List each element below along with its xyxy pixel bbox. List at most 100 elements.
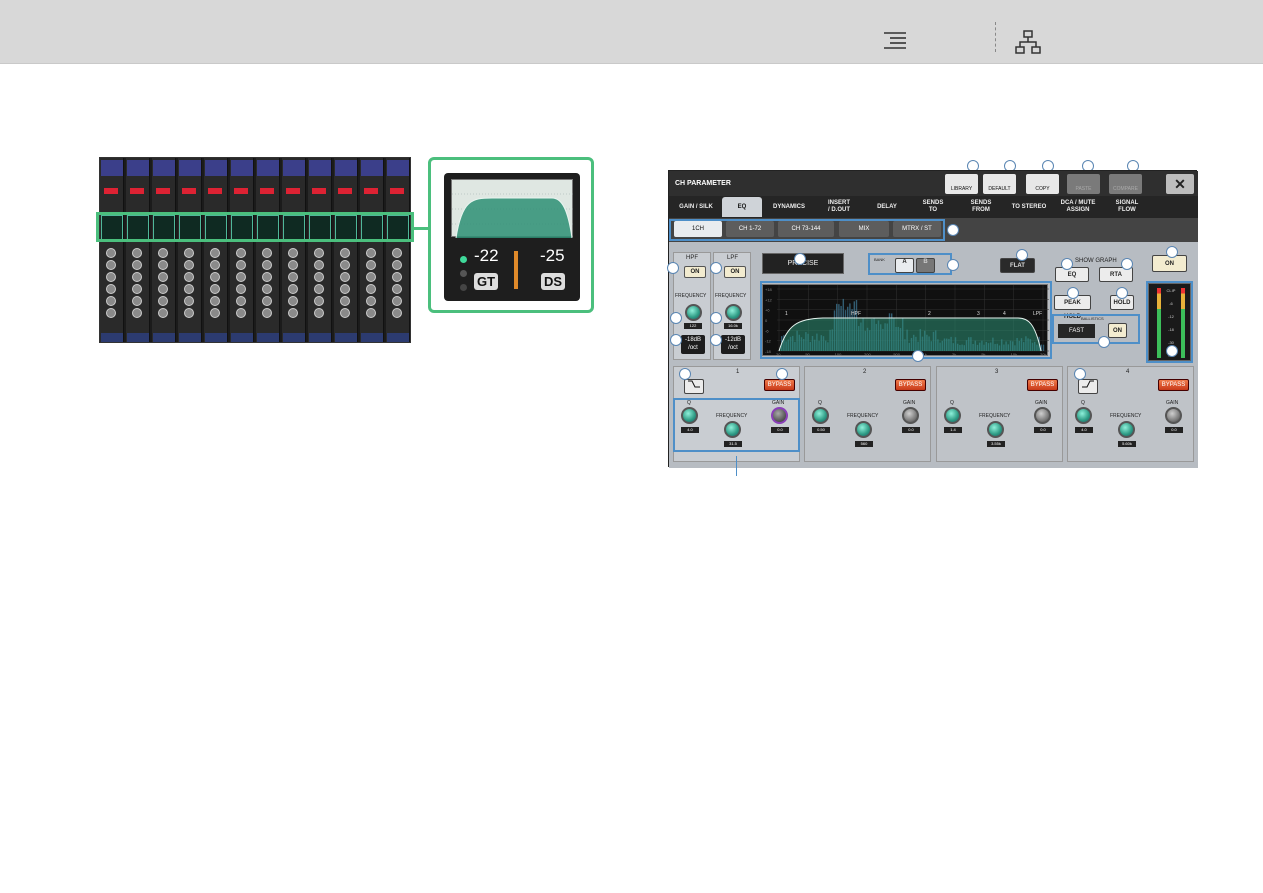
q-knob[interactable]	[1075, 407, 1092, 424]
channel-button-mix[interactable]: MIX	[839, 221, 889, 237]
lpf-on-button[interactable]: ON	[724, 266, 746, 278]
title-bar: CH PARAMETER LIBRARY DEFAULT COPY PASTE …	[669, 171, 1198, 196]
lpf-frequency-knob[interactable]	[725, 304, 742, 321]
channel-button-ch1-72[interactable]: CH 1-72	[726, 221, 774, 237]
hpf-frequency-knob[interactable]	[685, 304, 702, 321]
lpf-slope-select[interactable]: -12dB /oct	[721, 335, 745, 354]
callout-marker	[1074, 368, 1086, 380]
strip-indicator	[104, 188, 118, 194]
flat-button[interactable]: FLAT	[1000, 258, 1035, 273]
tab-to-stereo[interactable]: TO STEREO	[1007, 197, 1051, 217]
channel-button-ch73-144[interactable]: CH 73-144	[778, 221, 834, 237]
strip-header	[387, 160, 409, 176]
dynamics-button[interactable]: DS	[541, 273, 565, 290]
hpf-slope-select[interactable]: -18dB /oct	[681, 335, 705, 354]
strip-header	[179, 160, 201, 176]
gate-button[interactable]: GT	[474, 273, 498, 290]
copy-button[interactable]: COPY	[1026, 174, 1059, 194]
strip-knob	[106, 284, 116, 294]
band-1-controls-highlight	[673, 398, 800, 452]
strip-knob	[288, 308, 298, 318]
ballistics-on-button[interactable]: ON	[1108, 323, 1127, 338]
rta-bar	[1042, 344, 1045, 351]
dynamics-value: -25	[540, 246, 565, 265]
hpf-on-button[interactable]: ON	[684, 266, 706, 278]
compare-label: COMPARE	[1113, 186, 1138, 192]
callout-line	[736, 456, 737, 476]
mini-eq-graph	[451, 179, 574, 239]
eq-band-4: 4 BYPASS Q 4.0 FREQUENCY 5.60k GAIN 0.0	[1067, 366, 1194, 462]
strip-knob	[340, 296, 350, 306]
ballistics-mode-select[interactable]: FAST	[1058, 324, 1095, 338]
graph-x-tick: 20	[776, 352, 781, 357]
strip-footer	[179, 333, 201, 342]
bypass-button[interactable]: BYPASS	[1158, 379, 1189, 391]
bank-b-button[interactable]: B	[916, 258, 935, 273]
strip-knob	[106, 260, 116, 270]
strip-knob	[210, 308, 220, 318]
list-indent-icon[interactable]	[882, 30, 908, 52]
gain-knob[interactable]	[902, 407, 919, 424]
strip-knob	[184, 260, 194, 270]
frequency-knob[interactable]	[987, 421, 1004, 438]
channel-button-mtrx-st[interactable]: MTRX / ST	[893, 221, 941, 237]
tab-insert-d-out[interactable]: INSERT / D.OUT	[815, 197, 863, 217]
strip-knob	[340, 248, 350, 258]
eq-graph-canvas: +18+12+60-6-12-1820 50 100 200 500 1k 2k 5k 10k 2…	[765, 285, 1049, 357]
library-label: LIBRARY	[950, 186, 973, 192]
tab-eq[interactable]: EQ	[722, 197, 762, 217]
frequency-value: 3.55k	[987, 441, 1005, 447]
strip-knob	[262, 296, 272, 306]
high-shelf-shape-button[interactable]	[1078, 379, 1098, 394]
strip-knob	[184, 296, 194, 306]
ch-parameter-window: CH PARAMETER LIBRARY DEFAULT COPY PASTE …	[667, 170, 1198, 468]
strip-knob	[340, 272, 350, 282]
graph-y-tick: +18	[765, 287, 773, 292]
tab-dca-mute-assign[interactable]: DCA / MUTE ASSIGN	[1053, 197, 1103, 217]
tab-sends-from[interactable]: SENDS FROM	[959, 197, 1003, 217]
show-eq-button[interactable]: EQ	[1055, 267, 1089, 282]
frequency-knob[interactable]	[855, 421, 872, 438]
tab-gain-silk[interactable]: GAIN / SILK	[673, 197, 719, 217]
close-button[interactable]: ✕	[1166, 174, 1194, 194]
q-knob[interactable]	[944, 407, 961, 424]
frequency-label: FREQUENCY	[1110, 413, 1142, 419]
strip-indicator	[364, 188, 378, 194]
tab-dynamics[interactable]: DYNAMICS	[765, 197, 813, 217]
meter-scale-label: CLIP	[1166, 288, 1176, 293]
strip-knob	[366, 272, 376, 282]
frequency-knob[interactable]	[1118, 421, 1135, 438]
bypass-button[interactable]: BYPASS	[1027, 379, 1058, 391]
tab-sends-to[interactable]: SENDS TO	[911, 197, 955, 217]
library-button[interactable]: LIBRARY	[945, 174, 978, 194]
tab-delay[interactable]: DELAY	[866, 197, 908, 217]
frequency-value: 560	[855, 441, 873, 447]
strip-knob	[288, 260, 298, 270]
bank-a-button[interactable]: A	[895, 258, 914, 273]
default-button[interactable]: DEFAULT	[983, 174, 1016, 194]
channel-strip	[386, 158, 410, 342]
gain-knob[interactable]	[1034, 407, 1051, 424]
sitemap-icon[interactable]	[1014, 29, 1042, 55]
graph-x-tick: 2k	[952, 352, 956, 357]
indicator	[460, 284, 467, 291]
strip-knob	[106, 296, 116, 306]
dynamics-indicator	[460, 270, 467, 277]
strip-footer	[335, 333, 357, 342]
gain-knob[interactable]	[1165, 407, 1182, 424]
q-label: Q	[1081, 400, 1085, 406]
bypass-button[interactable]: BYPASS	[895, 379, 926, 391]
channel-button-1ch[interactable]: 1CH	[674, 221, 722, 237]
low-shelf-shape-button[interactable]	[684, 379, 704, 394]
callout-marker	[794, 253, 806, 265]
q-knob[interactable]	[812, 407, 829, 424]
compare-button[interactable]: COMPARE	[1109, 174, 1142, 194]
strip-footer	[387, 333, 409, 342]
paste-button[interactable]: PASTE	[1067, 174, 1100, 194]
tab-signal-flow[interactable]: SIGNAL FLOW	[1105, 197, 1149, 217]
frequency-label: FREQUENCY	[847, 413, 879, 419]
callout-marker	[1166, 345, 1178, 357]
bypass-button[interactable]: BYPASS	[764, 379, 795, 391]
eq-graph[interactable]: +18 +12 +6 0 -6 -12 -18 20 50 100 200 500 1k 2k 5k 10k 2…	[762, 284, 1049, 357]
strip-header	[257, 160, 279, 176]
